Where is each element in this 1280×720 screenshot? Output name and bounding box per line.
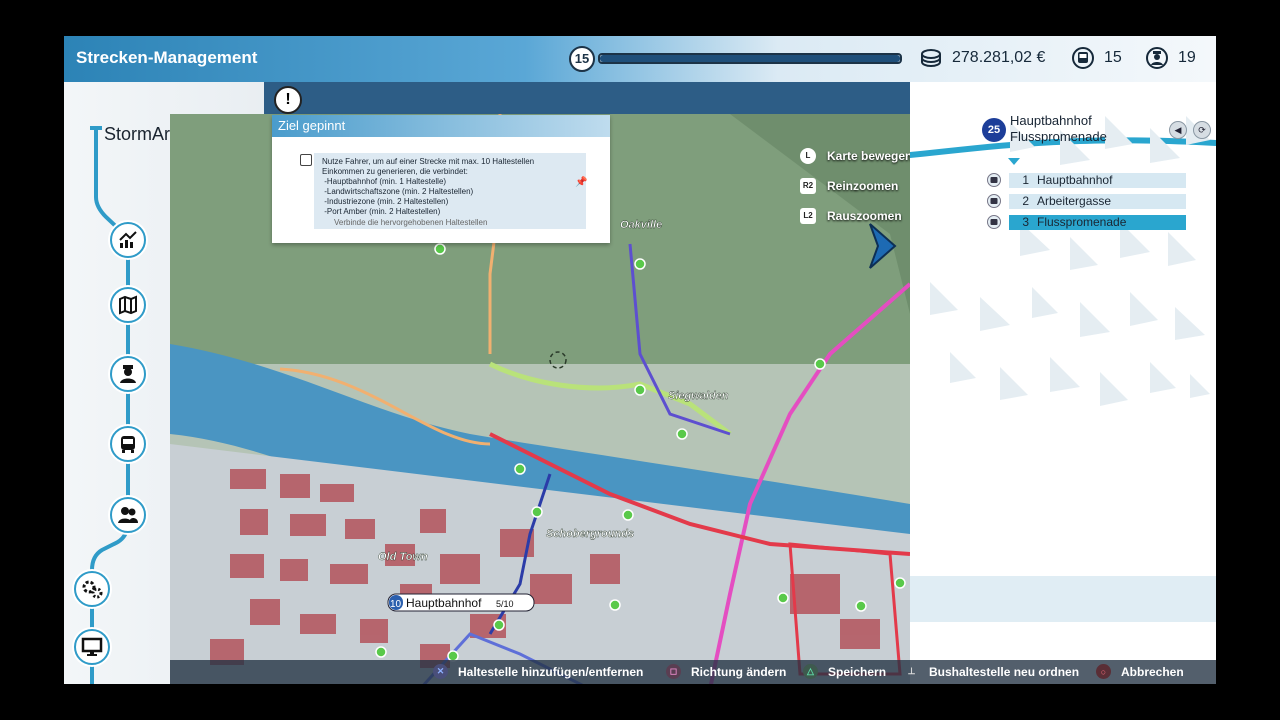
route-stop-3[interactable]: 3 Flusspromenade <box>987 215 1186 230</box>
bus-icon <box>121 436 135 453</box>
staff-button[interactable] <box>110 497 146 533</box>
page-title: Strecken-Management <box>76 48 258 67</box>
route-stop-1[interactable]: 1 Hauptbahnhof <box>987 173 1186 188</box>
map-label-oldtown: Old Town <box>378 551 428 563</box>
pin-icon[interactable]: 📌 <box>575 177 587 188</box>
prompt-cancel: ○ Abbrechen <box>1096 664 1184 679</box>
cross-button-icon: ✕ <box>433 664 448 679</box>
map-label-siegwalden: Siegwalden <box>668 390 729 402</box>
control-zoom-out: L2 Rauszoomen <box>800 208 902 224</box>
control-move-map: L Karte bewegen <box>800 148 912 164</box>
prompt-change-direction: ◻ Richtung ändern <box>666 664 786 679</box>
circle-button-icon: ○ <box>1096 664 1111 679</box>
driver-icon <box>1146 47 1168 69</box>
statistics-button[interactable] <box>110 222 146 258</box>
bus-stop-icon <box>987 194 1001 208</box>
route-name: Hauptbahnhof Flusspromenade <box>1010 113 1107 144</box>
map-label-oakville: Oakville <box>620 219 662 231</box>
goal-text: Nutze Fahrer, um auf einer Strecke mit m… <box>322 157 535 216</box>
goal-panel: Ziel gepinnt Nutze Fahrer, um auf einer … <box>272 115 610 243</box>
route-number-badge: 25 <box>982 118 1006 142</box>
statistics-icon <box>119 231 137 248</box>
route-prev-button[interactable]: ◀ <box>1169 121 1187 139</box>
settings-button[interactable] <box>74 571 110 607</box>
alert-icon: ! <box>274 86 302 114</box>
route-stop-2[interactable]: 2 Arbeitergasse <box>987 194 1186 209</box>
level-badge: 15 <box>569 46 595 72</box>
map-icon <box>119 295 137 315</box>
monitor-icon <box>81 637 103 656</box>
goal-header: Ziel gepinnt <box>272 115 610 137</box>
drivers-button[interactable] <box>110 356 146 392</box>
dropdown-arrow-icon <box>1008 158 1020 165</box>
l-stick-icon: L <box>800 148 816 164</box>
prompt-reorder-stops: ⊥ Bushaltestelle neu ordnen <box>904 664 1079 679</box>
r2-button-icon: R2 <box>800 178 816 194</box>
money-stat: 278.281,02 € <box>920 45 1045 71</box>
level-progress-fill <box>600 55 900 62</box>
square-button-icon: ◻ <box>666 664 681 679</box>
triangle-button-icon: △ <box>803 664 818 679</box>
money-value: 278.281,02 € <box>952 49 1046 66</box>
driver-count: 19 <box>1178 49 1196 66</box>
coins-icon <box>921 49 941 68</box>
route-panel-footer <box>910 576 1216 622</box>
bus-count: 15 <box>1104 49 1122 66</box>
goal-description-box: Nutze Fahrer, um auf einer Strecke mit m… <box>314 153 586 229</box>
stop-tag-count: 5/10 <box>496 599 514 609</box>
driver-icon <box>120 365 136 383</box>
stop-tag-number: 10 <box>390 599 402 610</box>
bus-stop-icon <box>987 173 1001 187</box>
top-bar: Strecken-Management 15 278.281,02 € 15 1… <box>64 36 1216 82</box>
r3-stick-icon: ⊥ <box>907 666 916 676</box>
goal-checkbox[interactable] <box>300 154 312 166</box>
control-zoom-in: R2 Reinzoomen <box>800 178 898 194</box>
bus-icon <box>1072 47 1094 69</box>
buses-button[interactable] <box>110 426 146 462</box>
l2-button-icon: L2 <box>800 208 816 224</box>
stop-tag[interactable]: 10 Hauptbahnhof 5/10 <box>387 593 535 612</box>
bus-count-stat: 15 <box>1072 45 1122 71</box>
map-label-schobergrounds: Schobergrounds <box>546 528 634 540</box>
bus-stop-icon <box>987 215 1001 229</box>
prompt-save: △ Speichern <box>803 664 886 679</box>
driver-count-stat: 19 <box>1146 45 1196 71</box>
settings-icon <box>82 580 103 599</box>
route-refresh-button[interactable]: ⟳ <box>1193 121 1211 139</box>
monitor-button[interactable] <box>74 629 110 665</box>
prompt-add-remove-stop: ✕ Haltestelle hinzufügen/entfernen <box>433 664 643 679</box>
goal-subtext: Verbinde die hervorgehobenen Haltestelle… <box>334 218 488 227</box>
level-progress-bar <box>598 53 902 64</box>
stop-tag-name: Hauptbahnhof <box>406 596 482 610</box>
staff-icon <box>118 507 138 523</box>
map-button[interactable] <box>110 287 146 323</box>
